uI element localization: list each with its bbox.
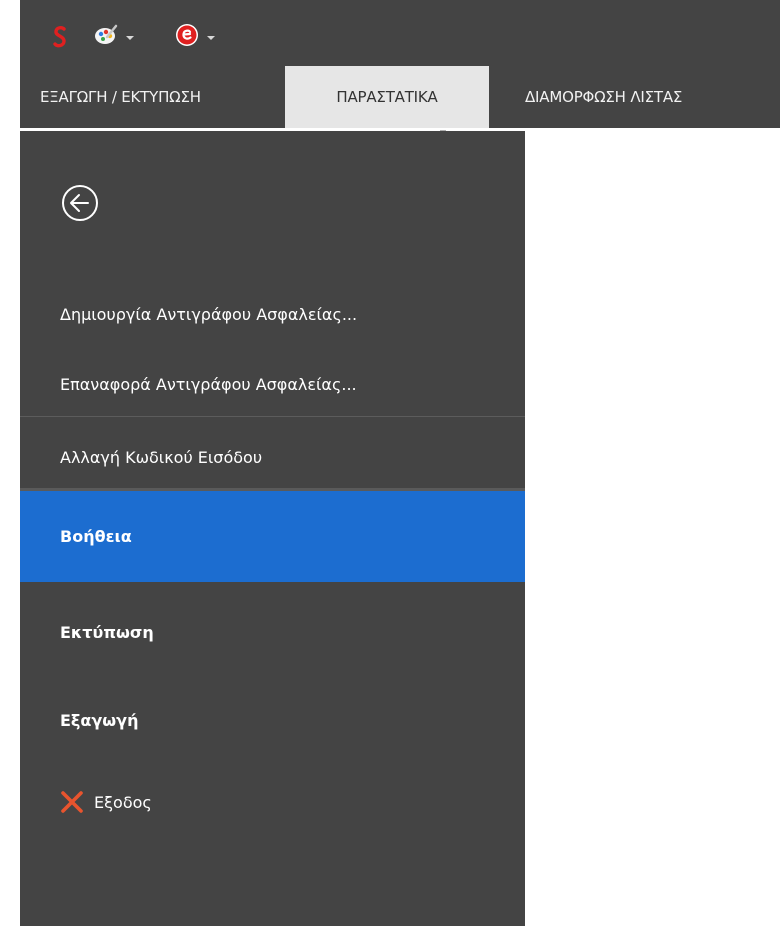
tab-list-configuration[interactable]: ΔΙΑΜΟΡΦΩΣΗ ΛΙΣΤΑΣ: [525, 66, 682, 128]
back-arrow-circle-icon: [62, 185, 98, 221]
menu-item-restore-backup[interactable]: Επαναφορά Αντιγράφου Ασφαλείας...: [20, 361, 525, 407]
menu-item-change-password[interactable]: Αλλαγή Κωδικού Εισόδου: [20, 434, 525, 480]
menu-item-label: Δημιουργία Αντιγράφου Ασφαλείας...: [60, 304, 358, 324]
backstage-menu: Δημιουργία Αντιγράφου Ασφαλείας... Επανα…: [20, 131, 525, 926]
menu-item-label: Επαναφορά Αντιγράφου Ασφαλείας...: [60, 374, 357, 394]
app-menu-button[interactable]: [175, 24, 215, 50]
tab-export-print[interactable]: ΕΞΑΓΩΓΗ / ΕΚΤΥΠΩΣΗ: [40, 66, 201, 128]
menu-item-label: Εξαγωγή: [60, 710, 139, 730]
red-e-circle-icon: [175, 23, 199, 51]
paint-palette-icon: [94, 24, 118, 50]
menu-item-label: Εξοδος: [94, 792, 152, 812]
tab-documents[interactable]: ΠΑΡΑΣΤΑΤΙΚΑ: [285, 66, 489, 128]
menu-item-label: Εκτύπωση: [60, 622, 154, 642]
brand-s-logo-icon: [53, 24, 67, 50]
menu-item-print[interactable]: Εκτύπωση: [20, 609, 525, 655]
menu-item-label: Βοήθεια: [60, 527, 132, 546]
close-x-icon: [61, 791, 83, 813]
menu-item-help[interactable]: Βοήθεια: [20, 491, 525, 582]
divider: [20, 416, 525, 417]
quick-access-toolbar: [20, 0, 780, 66]
ribbon-tab-bar: ΕΞΑΓΩΓΗ / ΕΚΤΥΠΩΣΗ ΠΑΡΑΣΤΑΤΙΚΑ ΔΙΑΜΟΡΦΩΣ…: [20, 66, 780, 128]
menu-item-export[interactable]: Εξαγωγή: [20, 697, 525, 743]
customize-quick-access-button[interactable]: [94, 24, 134, 50]
chevron-down-icon: [207, 36, 215, 40]
back-button[interactable]: [60, 183, 100, 223]
menu-item-exit[interactable]: Εξοδος: [20, 779, 525, 825]
menu-item-create-backup[interactable]: Δημιουργία Αντιγράφου Ασφαλείας...: [20, 291, 525, 337]
menu-item-label: Αλλαγή Κωδικού Εισόδου: [60, 447, 263, 467]
chevron-down-icon: [126, 36, 134, 40]
